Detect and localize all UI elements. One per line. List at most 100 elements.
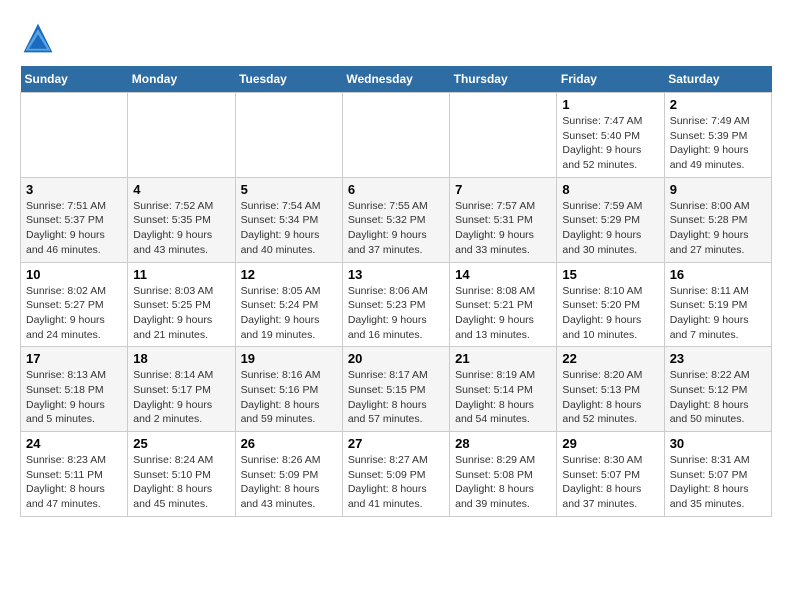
- calendar-row: 17 Sunrise: 8:13 AMSunset: 5:18 PMDayligh…: [21, 347, 772, 432]
- day-detail: Sunrise: 7:54 AMSunset: 5:34 PMDaylight:…: [241, 199, 337, 258]
- calendar-cell: 18 Sunrise: 8:14 AMSunset: 5:17 PMDayligh…: [128, 347, 235, 432]
- day-detail: Sunrise: 8:26 AMSunset: 5:09 PMDaylight:…: [241, 453, 337, 512]
- calendar-cell: 13Sunrise: 8:06 AMSunset: 5:23 PMDayligh…: [342, 262, 449, 347]
- day-number: 8: [562, 182, 658, 197]
- day-detail: Sunrise: 7:52 AMSunset: 5:35 PMDaylight:…: [133, 199, 229, 258]
- calendar-cell: 29 Sunrise: 8:30 AMSunset: 5:07 PMDayligh…: [557, 432, 664, 517]
- day-detail: Sunrise: 8:17 AMSunset: 5:15 PMDaylight:…: [348, 368, 444, 427]
- day-detail: Sunrise: 8:00 AMSunset: 5:28 PMDaylight:…: [670, 199, 766, 258]
- day-number: 7: [455, 182, 551, 197]
- calendar-cell: 5 Sunrise: 7:54 AMSunset: 5:34 PMDaylight…: [235, 177, 342, 262]
- day-number: 9: [670, 182, 766, 197]
- calendar-cell: 10Sunrise: 8:02 AMSunset: 5:27 PMDayligh…: [21, 262, 128, 347]
- day-detail: Sunrise: 8:13 AMSunset: 5:18 PMDaylight:…: [26, 368, 122, 427]
- calendar-row: 10Sunrise: 8:02 AMSunset: 5:27 PMDayligh…: [21, 262, 772, 347]
- day-detail: Sunrise: 8:31 AMSunset: 5:07 PMDaylight:…: [670, 453, 766, 512]
- day-number: 17: [26, 351, 122, 366]
- calendar-cell: 25 Sunrise: 8:24 AMSunset: 5:10 PMDayligh…: [128, 432, 235, 517]
- calendar-cell: 30Sunrise: 8:31 AMSunset: 5:07 PMDayligh…: [664, 432, 771, 517]
- calendar-cell: 24 Sunrise: 8:23 AMSunset: 5:11 PMDayligh…: [21, 432, 128, 517]
- calendar-cell: 8Sunrise: 7:59 AMSunset: 5:29 PMDaylight…: [557, 177, 664, 262]
- calendar-cell: [235, 93, 342, 178]
- day-number: 15: [562, 267, 658, 282]
- header-cell-wednesday: Wednesday: [342, 66, 449, 93]
- page-header: [20, 20, 772, 56]
- day-number: 21: [455, 351, 551, 366]
- day-detail: Sunrise: 8:27 AMSunset: 5:09 PMDaylight:…: [348, 453, 444, 512]
- day-number: 6: [348, 182, 444, 197]
- day-number: 19: [241, 351, 337, 366]
- day-detail: Sunrise: 8:05 AMSunset: 5:24 PMDaylight:…: [241, 284, 337, 343]
- day-detail: Sunrise: 8:20 AMSunset: 5:13 PMDaylight:…: [562, 368, 658, 427]
- day-detail: Sunrise: 8:23 AMSunset: 5:11 PMDaylight:…: [26, 453, 122, 512]
- day-detail: Sunrise: 7:55 AMSunset: 5:32 PMDaylight:…: [348, 199, 444, 258]
- calendar-cell: 20 Sunrise: 8:17 AMSunset: 5:15 PMDayligh…: [342, 347, 449, 432]
- calendar-cell: [450, 93, 557, 178]
- day-number: 18: [133, 351, 229, 366]
- day-detail: Sunrise: 7:57 AMSunset: 5:31 PMDaylight:…: [455, 199, 551, 258]
- calendar-cell: 27 Sunrise: 8:27 AMSunset: 5:09 PMDayligh…: [342, 432, 449, 517]
- calendar-cell: 22 Sunrise: 8:20 AMSunset: 5:13 PMDayligh…: [557, 347, 664, 432]
- day-number: 27: [348, 436, 444, 451]
- logo: [20, 20, 62, 56]
- calendar-table: SundayMondayTuesdayWednesdayThursdayFrid…: [20, 66, 772, 517]
- calendar-cell: 1 Sunrise: 7:47 AMSunset: 5:40 PMDaylight…: [557, 93, 664, 178]
- calendar-cell: 14 Sunrise: 8:08 AMSunset: 5:21 PMDayligh…: [450, 262, 557, 347]
- day-detail: Sunrise: 8:24 AMSunset: 5:10 PMDaylight:…: [133, 453, 229, 512]
- day-detail: Sunrise: 7:51 AMSunset: 5:37 PMDaylight:…: [26, 199, 122, 258]
- calendar-cell: [128, 93, 235, 178]
- calendar-cell: 21 Sunrise: 8:19 AMSunset: 5:14 PMDayligh…: [450, 347, 557, 432]
- day-number: 13: [348, 267, 444, 282]
- day-number: 14: [455, 267, 551, 282]
- calendar-cell: 3 Sunrise: 7:51 AMSunset: 5:37 PMDaylight…: [21, 177, 128, 262]
- day-detail: Sunrise: 7:49 AMSunset: 5:39 PMDaylight:…: [670, 114, 766, 173]
- day-number: 11: [133, 267, 229, 282]
- day-detail: Sunrise: 8:08 AMSunset: 5:21 PMDaylight:…: [455, 284, 551, 343]
- day-number: 29: [562, 436, 658, 451]
- day-number: 12: [241, 267, 337, 282]
- calendar-cell: 2 Sunrise: 7:49 AMSunset: 5:39 PMDaylight…: [664, 93, 771, 178]
- day-number: 5: [241, 182, 337, 197]
- header-cell-saturday: Saturday: [664, 66, 771, 93]
- day-detail: Sunrise: 8:19 AMSunset: 5:14 PMDaylight:…: [455, 368, 551, 427]
- calendar-cell: 12 Sunrise: 8:05 AMSunset: 5:24 PMDayligh…: [235, 262, 342, 347]
- calendar-cell: 7 Sunrise: 7:57 AMSunset: 5:31 PMDaylight…: [450, 177, 557, 262]
- day-number: 20: [348, 351, 444, 366]
- day-number: 1: [562, 97, 658, 112]
- day-detail: Sunrise: 8:16 AMSunset: 5:16 PMDaylight:…: [241, 368, 337, 427]
- day-detail: Sunrise: 8:22 AMSunset: 5:12 PMDaylight:…: [670, 368, 766, 427]
- header-row: SundayMondayTuesdayWednesdayThursdayFrid…: [21, 66, 772, 93]
- day-number: 16: [670, 267, 766, 282]
- logo-icon: [20, 20, 56, 56]
- day-number: 23: [670, 351, 766, 366]
- calendar-cell: 23 Sunrise: 8:22 AMSunset: 5:12 PMDayligh…: [664, 347, 771, 432]
- day-detail: Sunrise: 8:14 AMSunset: 5:17 PMDaylight:…: [133, 368, 229, 427]
- calendar-row: 1 Sunrise: 7:47 AMSunset: 5:40 PMDaylight…: [21, 93, 772, 178]
- day-number: 24: [26, 436, 122, 451]
- calendar-cell: 6 Sunrise: 7:55 AMSunset: 5:32 PMDaylight…: [342, 177, 449, 262]
- day-number: 22: [562, 351, 658, 366]
- header-cell-thursday: Thursday: [450, 66, 557, 93]
- day-detail: Sunrise: 8:29 AMSunset: 5:08 PMDaylight:…: [455, 453, 551, 512]
- day-number: 25: [133, 436, 229, 451]
- calendar-cell: 19 Sunrise: 8:16 AMSunset: 5:16 PMDayligh…: [235, 347, 342, 432]
- day-number: 3: [26, 182, 122, 197]
- header-cell-friday: Friday: [557, 66, 664, 93]
- day-number: 26: [241, 436, 337, 451]
- day-detail: Sunrise: 8:30 AMSunset: 5:07 PMDaylight:…: [562, 453, 658, 512]
- day-detail: Sunrise: 8:03 AMSunset: 5:25 PMDaylight:…: [133, 284, 229, 343]
- day-number: 2: [670, 97, 766, 112]
- calendar-cell: 4 Sunrise: 7:52 AMSunset: 5:35 PMDaylight…: [128, 177, 235, 262]
- day-number: 4: [133, 182, 229, 197]
- calendar-cell: 15Sunrise: 8:10 AMSunset: 5:20 PMDayligh…: [557, 262, 664, 347]
- calendar-cell: [342, 93, 449, 178]
- header-cell-monday: Monday: [128, 66, 235, 93]
- calendar-cell: 26 Sunrise: 8:26 AMSunset: 5:09 PMDayligh…: [235, 432, 342, 517]
- header-cell-sunday: Sunday: [21, 66, 128, 93]
- day-number: 10: [26, 267, 122, 282]
- day-number: 28: [455, 436, 551, 451]
- day-detail: Sunrise: 7:47 AMSunset: 5:40 PMDaylight:…: [562, 114, 658, 173]
- calendar-cell: 11 Sunrise: 8:03 AMSunset: 5:25 PMDayligh…: [128, 262, 235, 347]
- calendar-cell: 28 Sunrise: 8:29 AMSunset: 5:08 PMDayligh…: [450, 432, 557, 517]
- calendar-row: 24 Sunrise: 8:23 AMSunset: 5:11 PMDayligh…: [21, 432, 772, 517]
